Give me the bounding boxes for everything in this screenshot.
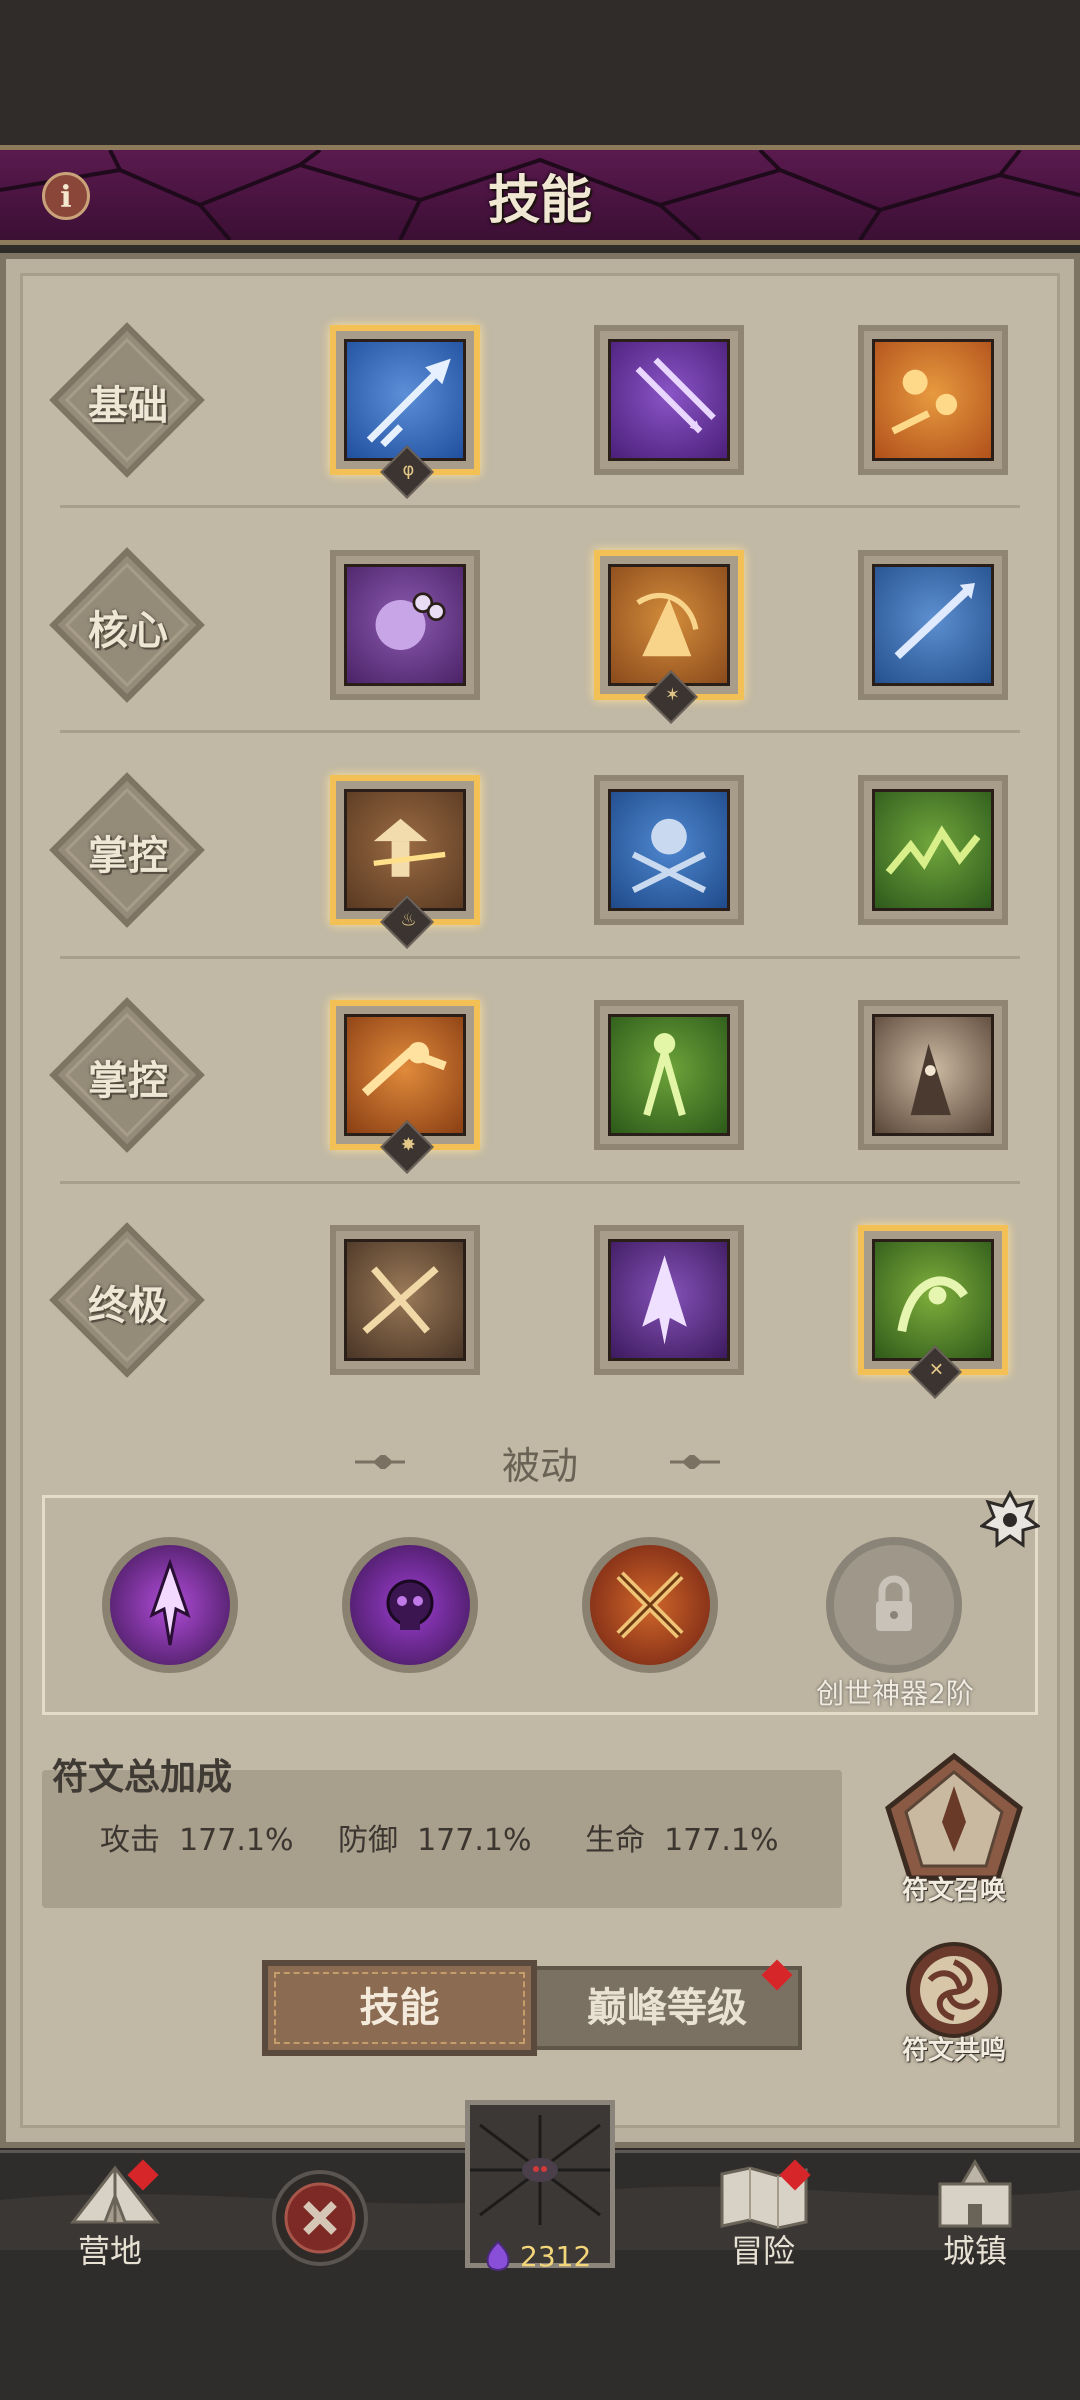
stat-value: 177.1% (417, 1823, 532, 1858)
stat-label: 生命 (585, 1823, 645, 1858)
crossbow-skill-slot[interactable] (330, 1225, 480, 1375)
spider-hero-icon (470, 2115, 610, 2225)
orange-archer-skill-slot[interactable]: ✶ (594, 550, 744, 724)
rune-resonance-label[interactable]: 符文共鸣 (884, 2030, 1024, 2067)
stat-defense: 防御 177.1% (338, 1815, 531, 1859)
row-divider (60, 730, 1020, 733)
hooded-figure-skill-icon (872, 1014, 994, 1136)
status-area (0, 0, 1080, 145)
stat-value: 177.1% (664, 1823, 779, 1858)
orange-dash-skill-icon (344, 1014, 466, 1136)
stat-label: 防御 (338, 1823, 398, 1858)
brown-tower-skill-icon (344, 789, 466, 911)
purple-lightning-arrow-skill-icon (608, 1239, 730, 1361)
town-castle-icon[interactable] (930, 2158, 1020, 2230)
lock-icon (876, 1575, 912, 1631)
stat-health: 生命 177.1% (585, 1815, 778, 1859)
orange-dash-skill-slot[interactable]: ✸ (330, 1000, 480, 1174)
passive-title: 被动 (501, 1444, 578, 1488)
crossbow-skill-icon (344, 1239, 466, 1361)
tab-group: 巅峰等级 技能 (262, 1960, 802, 2056)
orange-shots-skill-slot[interactable] (858, 325, 1008, 475)
orange-shots-skill-icon (872, 339, 994, 461)
rune-bonus-title: 符文总加成 (52, 1757, 233, 1798)
rune-summon-label[interactable]: 符文召唤 (884, 1870, 1024, 1907)
green-warrior-skill-slot[interactable] (594, 1000, 744, 1150)
passive-skull-slot[interactable] (342, 1537, 478, 1673)
passive-arrow-slot[interactable] (102, 1537, 238, 1673)
blue-hooded-skill-slot[interactable] (594, 775, 744, 925)
category-label: 核心 (88, 608, 168, 654)
green-beast-skill-slot[interactable]: ✕ (858, 1225, 1008, 1399)
brown-tower-skill-slot[interactable]: ♨ (330, 775, 480, 949)
ornament-right (670, 1455, 720, 1469)
stat-label: 攻击 (100, 1823, 160, 1858)
blue-spear-skill-slot[interactable] (858, 550, 1008, 700)
gem-icon (486, 2240, 510, 2271)
tab-skills[interactable]: 技能 (262, 1960, 537, 2056)
close-icon[interactable] (270, 2168, 370, 2268)
category-label: 终极 (88, 1283, 168, 1329)
row-divider (60, 505, 1020, 508)
row-divider (60, 956, 1020, 959)
blue-arrow-skill-slot[interactable]: φ (330, 325, 480, 499)
rune-resonance-icon[interactable] (904, 1940, 1004, 2040)
green-warrior-skill-icon (608, 1014, 730, 1136)
stat-attack: 攻击 177.1% (100, 1815, 293, 1859)
purple-creature-skill-slot[interactable] (330, 550, 480, 700)
green-beast-skill-icon (872, 1239, 994, 1361)
category-label: 掌控 (88, 1058, 168, 1104)
gear-badge-icon[interactable] (980, 1490, 1040, 1550)
green-thorn-skill-icon (872, 789, 994, 911)
locked-slot-label: 创世神器2阶 (816, 1677, 974, 1710)
stat-value: 177.1% (179, 1823, 294, 1858)
purple-arrows-skill-icon (608, 339, 730, 461)
blue-hooded-skill-icon (608, 789, 730, 911)
category-label: 基础 (88, 383, 168, 429)
rune-summon-icon[interactable] (880, 1752, 1028, 1882)
blue-arrow-skill-icon (344, 339, 466, 461)
orange-archer-skill-icon (608, 564, 730, 686)
purple-lightning-arrow-skill-slot[interactable] (594, 1225, 744, 1375)
tab-peak-level[interactable]: 巅峰等级 (532, 1966, 802, 2050)
nav-town-label[interactable]: 城镇 (905, 2226, 1045, 2272)
page-title: 技能 (487, 171, 592, 231)
blue-spear-skill-icon (872, 564, 994, 686)
purple-creature-skill-icon (344, 564, 466, 686)
passive-swords-slot[interactable] (582, 1537, 718, 1673)
passive-locked-slot[interactable] (826, 1537, 962, 1673)
nav-adventure-label[interactable]: 冒险 (693, 2226, 833, 2272)
row-divider (60, 1181, 1020, 1184)
gem-count: 2312 (520, 2240, 592, 2273)
purple-arrows-skill-slot[interactable] (594, 325, 744, 475)
hooded-figure-skill-slot[interactable] (858, 1000, 1008, 1150)
category-label: 掌控 (88, 833, 168, 879)
green-thorn-skill-slot[interactable] (858, 775, 1008, 925)
nav-camp-label[interactable]: 营地 (40, 2226, 180, 2272)
